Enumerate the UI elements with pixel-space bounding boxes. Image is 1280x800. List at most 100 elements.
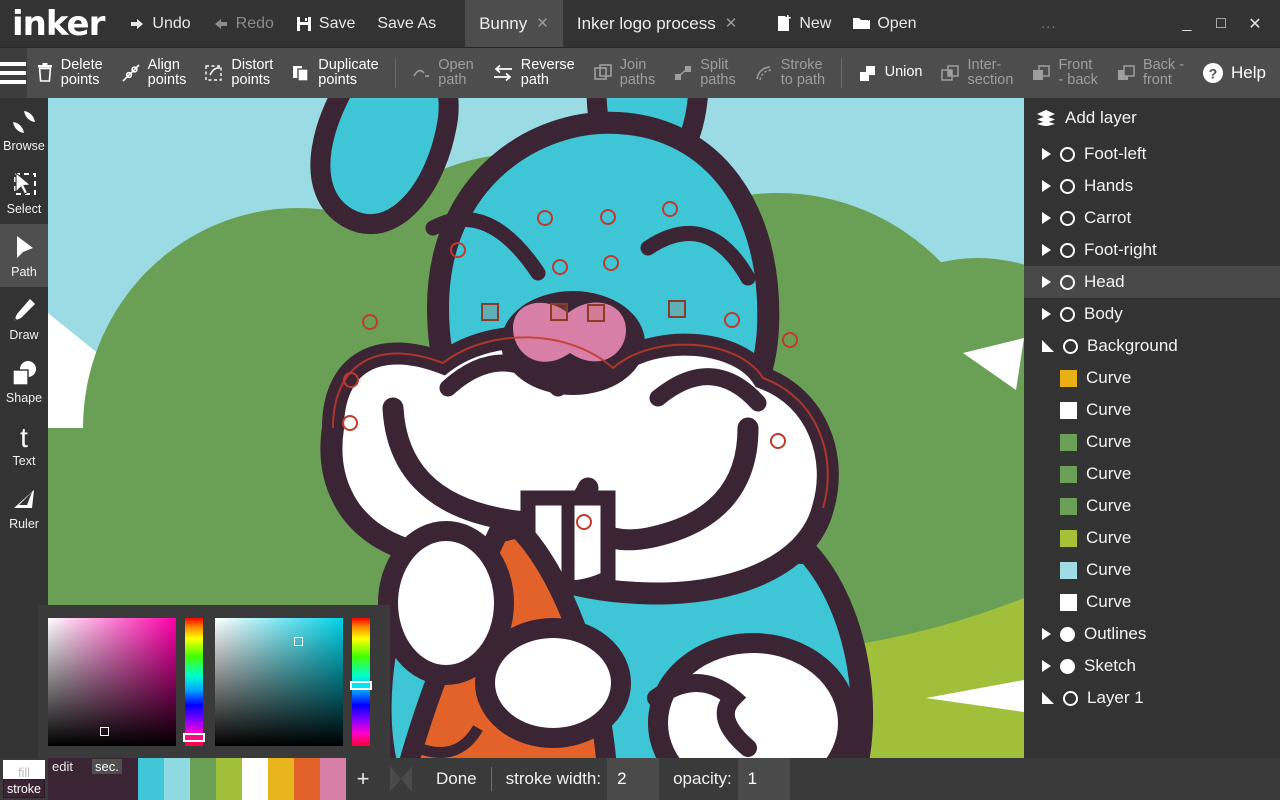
layer-color-swatch[interactable] (1060, 434, 1077, 451)
duplicate-points-button[interactable]: Duplicatepoints (282, 48, 387, 98)
stroke-width-input[interactable]: 2 (607, 758, 659, 800)
union-button[interactable]: Union (849, 48, 932, 98)
layer-row-layer-1[interactable]: Layer 1 (1024, 682, 1280, 714)
palette-swatch[interactable] (268, 758, 294, 800)
join-paths-button[interactable]: Joinpaths (584, 48, 664, 98)
visibility-toggle-icon[interactable] (1060, 147, 1075, 162)
tool-browse[interactable]: Browse (0, 98, 48, 161)
layer-color-swatch[interactable] (1060, 498, 1077, 515)
chevron-down-icon[interactable] (1042, 340, 1054, 352)
chevron-right-icon[interactable] (1042, 628, 1051, 640)
tool-shape[interactable]: Shape (0, 350, 48, 413)
layer-row-body[interactable]: Body (1024, 298, 1280, 330)
close-button[interactable]: ✕ (1238, 0, 1272, 48)
color-picker-panel[interactable] (38, 605, 390, 758)
palette-swatch[interactable] (242, 758, 268, 800)
layer-color-swatch[interactable] (1060, 466, 1077, 483)
layer-row-foot-right[interactable]: Foot-right (1024, 234, 1280, 266)
distort-points-button[interactable]: Distortpoints (195, 48, 282, 98)
layer-color-swatch[interactable] (1060, 370, 1077, 387)
layer-row-head[interactable]: Head (1024, 266, 1280, 298)
chevron-right-icon[interactable] (1042, 212, 1051, 224)
layer-item-curve[interactable]: Curve (1024, 362, 1280, 394)
redo-button[interactable]: Redo (202, 0, 285, 47)
split-paths-button[interactable]: Splitpaths (664, 48, 744, 98)
stroke-swatch[interactable]: stroke (3, 779, 45, 798)
tool-ruler[interactable]: Ruler (0, 476, 48, 539)
save-button[interactable]: Save (285, 0, 366, 47)
visibility-toggle-icon[interactable] (1060, 307, 1075, 322)
edit-button[interactable]: edit (52, 759, 73, 774)
layer-color-swatch[interactable] (1060, 562, 1077, 579)
palette-swatch[interactable] (190, 758, 216, 800)
secondary-color-marker[interactable] (294, 637, 303, 646)
palette-swatch[interactable] (138, 758, 164, 800)
minimize-button[interactable]: _ (1170, 0, 1204, 48)
align-points-button[interactable]: Alignpoints (112, 48, 196, 98)
layer-color-swatch[interactable] (1060, 402, 1077, 419)
chevron-right-icon[interactable] (1042, 308, 1051, 320)
layer-item-curve[interactable]: Curve (1024, 490, 1280, 522)
visibility-toggle-icon[interactable] (1060, 627, 1075, 642)
layer-row-background[interactable]: Background (1024, 330, 1280, 362)
tab-inker-logo-process[interactable]: Inker logo process ✕ (563, 0, 751, 47)
save-as-button[interactable]: Save As (366, 0, 447, 47)
tab-bunny[interactable]: Bunny ✕ (465, 0, 563, 47)
delete-points-button[interactable]: Deletepoints (27, 48, 112, 98)
layer-item-curve[interactable]: Curve (1024, 522, 1280, 554)
layer-row-foot-left[interactable]: Foot-left (1024, 138, 1280, 170)
layer-row-carrot[interactable]: Carrot (1024, 202, 1280, 234)
layer-item-curve[interactable]: Curve (1024, 394, 1280, 426)
layer-row-outlines[interactable]: Outlines (1024, 618, 1280, 650)
tool-path[interactable]: Path (0, 224, 48, 287)
undo-button[interactable]: Undo (118, 0, 201, 47)
intersection-button[interactable]: Inter-section (931, 48, 1022, 98)
secondary-color-field[interactable] (215, 618, 343, 746)
visibility-toggle-icon[interactable] (1060, 179, 1075, 194)
hourglass-icon[interactable] (380, 758, 422, 800)
primary-hue-marker[interactable] (183, 733, 205, 742)
visibility-toggle-icon[interactable] (1060, 659, 1075, 674)
tab-bunny-close-icon[interactable]: ✕ (536, 16, 549, 31)
secondary-hue-slider[interactable] (352, 618, 370, 746)
titlebar-overflow-icon[interactable]: ... (1031, 0, 1067, 47)
tool-select[interactable]: Select (0, 161, 48, 224)
visibility-toggle-icon[interactable] (1060, 275, 1075, 290)
primary-color-marker[interactable] (100, 727, 109, 736)
visibility-toggle-icon[interactable] (1060, 243, 1075, 258)
layer-item-curve[interactable]: Curve (1024, 426, 1280, 458)
maximize-button[interactable]: □ (1204, 0, 1238, 48)
layer-item-curve[interactable]: Curve (1024, 554, 1280, 586)
open-button[interactable]: Open (842, 0, 927, 47)
visibility-toggle-icon[interactable] (1063, 339, 1078, 354)
palette-swatch[interactable] (216, 758, 242, 800)
chevron-right-icon[interactable] (1042, 180, 1051, 192)
tool-draw[interactable]: Draw (0, 287, 48, 350)
hamburger-menu-icon[interactable] (0, 48, 27, 98)
chevron-right-icon[interactable] (1042, 148, 1051, 160)
secondary-hue-marker[interactable] (350, 681, 372, 690)
stroke-to-path-button[interactable]: Stroketo path (745, 48, 834, 98)
palette-swatch[interactable] (164, 758, 190, 800)
visibility-toggle-icon[interactable] (1060, 211, 1075, 226)
add-layer-button[interactable]: Add layer (1024, 98, 1280, 138)
layer-item-curve[interactable]: Curve (1024, 586, 1280, 618)
primary-hue-slider[interactable] (185, 618, 203, 746)
chevron-right-icon[interactable] (1042, 660, 1051, 672)
done-button[interactable]: Done (422, 758, 491, 800)
layer-color-swatch[interactable] (1060, 530, 1077, 547)
back-front-button[interactable]: Back -front (1107, 48, 1193, 98)
tab-inker-logo-process-close-icon[interactable]: ✕ (725, 16, 738, 31)
help-button[interactable]: ? Help (1193, 48, 1280, 98)
palette-swatch[interactable] (320, 758, 346, 800)
palette-swatch[interactable] (294, 758, 320, 800)
secondary-color-button[interactable]: sec. (92, 759, 122, 774)
open-path-button[interactable]: Openpath (402, 48, 482, 98)
front-back-button[interactable]: Front- back (1022, 48, 1107, 98)
reverse-path-button[interactable]: Reversepath (483, 48, 584, 98)
chevron-right-icon[interactable] (1042, 244, 1051, 256)
opacity-input[interactable]: 1 (738, 758, 790, 800)
fill-stroke-swatch[interactable]: fill stroke (0, 758, 48, 800)
add-swatch-button[interactable]: + (346, 758, 380, 800)
new-button[interactable]: New (765, 0, 842, 47)
